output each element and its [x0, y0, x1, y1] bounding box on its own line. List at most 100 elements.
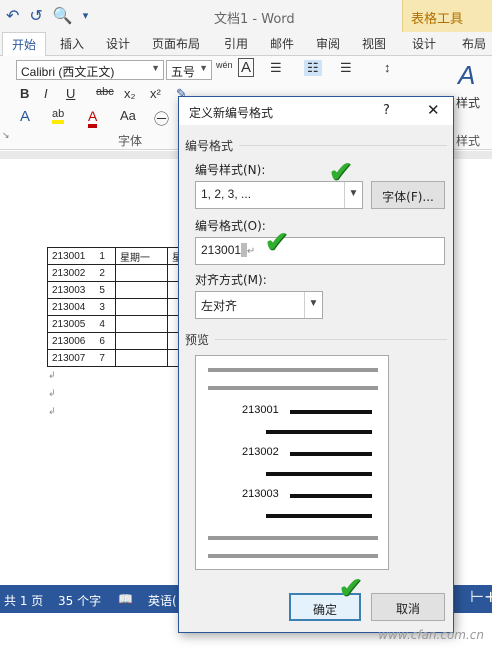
define-number-format-dialog: 定义新编号格式 ? ✕ 编号格式 编号样式(N): 1, 2, 3, ... ▼… — [178, 96, 454, 633]
section-divider — [239, 145, 447, 146]
page-count[interactable]: 共 1 页 — [4, 592, 43, 609]
tab-references[interactable]: 引用 — [224, 35, 248, 52]
table-cell[interactable]: 213001 1 — [47, 247, 116, 265]
phonetic-guide-button[interactable]: wén — [216, 60, 233, 70]
number-style-value: 1, 2, 3, ... — [201, 187, 252, 201]
tab-insert[interactable]: 插入 — [60, 35, 84, 52]
ribbon-tabs: 开始 插入 设计 页面布局 引用 邮件 审阅 视图 设计 布局 — [0, 32, 492, 57]
preview-text-line — [208, 536, 378, 540]
tab-home[interactable]: 开始 — [2, 32, 47, 57]
strikethrough-button[interactable]: abc — [96, 86, 114, 98]
tab-mailings[interactable]: 邮件 — [270, 35, 294, 52]
section-divider — [215, 339, 447, 340]
font-size-combo[interactable]: 五号 ▼ — [166, 60, 212, 80]
dialog-launcher-icon[interactable]: ↘ — [2, 130, 10, 141]
check-annotation-icon: ✔ — [338, 571, 364, 606]
styles-icon[interactable]: A — [458, 60, 475, 91]
section-label-format: 编号格式 — [185, 139, 234, 153]
font-size-value: 五号 — [171, 65, 196, 79]
tab-page-layout[interactable]: 页面布局 — [152, 35, 200, 52]
alignment-select[interactable]: 左对齐 ▼ — [195, 291, 323, 319]
undo-icon[interactable]: ↶ — [6, 6, 19, 25]
check-annotation-icon: ✔ — [264, 225, 290, 260]
dialog-title: 定义新编号格式 — [189, 106, 274, 120]
underline-button[interactable]: U — [66, 86, 75, 101]
change-case-button[interactable]: Aa — [120, 108, 136, 123]
table-cell[interactable]: 213007 7 — [47, 349, 116, 367]
table-tools-group: 表格工具 — [402, 0, 492, 32]
paragraph-mark-icon: ↵ — [246, 246, 256, 257]
number-format-value: 213001 — [201, 243, 241, 257]
tab-design[interactable]: 设计 — [106, 35, 130, 52]
tab-review[interactable]: 审阅 — [316, 35, 340, 52]
proofing-icon[interactable]: 📖 — [118, 592, 133, 606]
preview-text-line — [290, 452, 372, 456]
font-color-icon[interactable]: A — [88, 108, 98, 128]
watermark: www.cfan.com.cn — [378, 628, 484, 642]
preview-text-line — [290, 494, 372, 498]
table-cell[interactable] — [115, 281, 168, 299]
preview-text-line — [290, 410, 372, 414]
numbering-icon[interactable]: ☷ — [304, 60, 322, 76]
zoom-slider[interactable]: ⊢+ — [470, 587, 492, 606]
tab-view[interactable]: 视图 — [362, 35, 386, 52]
print-preview-icon[interactable]: 🔍 — [53, 6, 73, 25]
character-border-button[interactable]: A — [238, 58, 255, 77]
font-name-combo[interactable]: Calibri (西文正文) ▼ — [16, 60, 164, 80]
table-cell[interactable] — [115, 349, 168, 367]
tab-table-design[interactable]: 设计 — [412, 35, 436, 52]
number-style-label: 编号样式(N): — [195, 163, 266, 177]
font-group-label: 字体 — [118, 134, 143, 148]
chevron-down-icon[interactable]: ▼ — [304, 292, 322, 318]
preview-text-line — [266, 472, 372, 476]
paragraph-mark: ↲ — [48, 371, 56, 381]
chevron-down-icon: ▼ — [151, 63, 160, 73]
number-format-input[interactable]: 2130011↵ — [195, 237, 445, 265]
table-cell[interactable] — [115, 298, 168, 316]
line-spacing-icon[interactable]: ↕ — [384, 60, 391, 75]
check-annotation-icon: ✔ — [328, 155, 354, 190]
table-cell[interactable] — [115, 332, 168, 350]
table-cell[interactable]: 213003 5 — [47, 281, 116, 299]
bold-button[interactable]: B — [20, 86, 29, 101]
preview-text-line — [208, 368, 378, 372]
bullets-icon[interactable]: ☰ — [270, 60, 282, 76]
enclosed-character-icon[interactable]: ㊀ — [154, 108, 169, 129]
table-cell[interactable] — [115, 264, 168, 282]
highlight-icon[interactable]: ab — [52, 108, 65, 124]
close-button[interactable]: ✕ — [427, 101, 440, 119]
preview-section: 预览 — [185, 331, 447, 348]
table-cell[interactable]: 213002 2 — [47, 264, 116, 282]
table-cell[interactable]: 星期一 — [115, 247, 168, 265]
language-indicator[interactable]: 英语( — [148, 592, 177, 609]
preview-text-line — [266, 430, 372, 434]
superscript-button[interactable]: x² — [150, 86, 161, 101]
word-count[interactable]: 35 个字 — [58, 592, 101, 609]
multilevel-list-icon[interactable]: ☰ — [340, 60, 352, 76]
table-cell[interactable]: 213004 3 — [47, 298, 116, 316]
cancel-button[interactable]: 取消 — [371, 593, 445, 621]
paragraph-mark: ↲ — [48, 407, 56, 417]
italic-button[interactable]: I — [44, 86, 48, 101]
chevron-down-icon: ▼ — [199, 63, 208, 73]
tab-table-layout[interactable]: 布局 — [462, 35, 486, 52]
styles-button-label[interactable]: 样式 — [456, 94, 480, 111]
document-title: 文档1 - Word — [214, 12, 295, 27]
preview-number-2: 213002 — [242, 446, 279, 458]
table-cell[interactable]: 213006 6 — [47, 332, 116, 350]
font-button[interactable]: 字体(F)... — [371, 181, 445, 209]
quick-access-toolbar: ↶ ↺ 🔍 ▾ — [6, 6, 88, 25]
text-effects-icon[interactable]: A — [20, 108, 30, 125]
table-cell[interactable] — [115, 315, 168, 333]
preview-number-1: 213001 — [242, 404, 279, 416]
paragraph-mark: ↲ — [48, 389, 56, 399]
alignment-value: 左对齐 — [201, 299, 238, 313]
customize-icon[interactable]: ▾ — [83, 9, 89, 22]
redo-icon[interactable]: ↺ — [29, 6, 42, 25]
help-button[interactable]: ? — [383, 103, 390, 118]
alignment-label: 对齐方式(M): — [195, 273, 267, 287]
preview-text-line — [208, 554, 378, 558]
table-cell[interactable]: 213005 4 — [47, 315, 116, 333]
subscript-button[interactable]: x₂ — [124, 86, 136, 101]
title-bar: ↶ ↺ 🔍 ▾ 文档1 - Word 表格工具 — [0, 0, 492, 32]
